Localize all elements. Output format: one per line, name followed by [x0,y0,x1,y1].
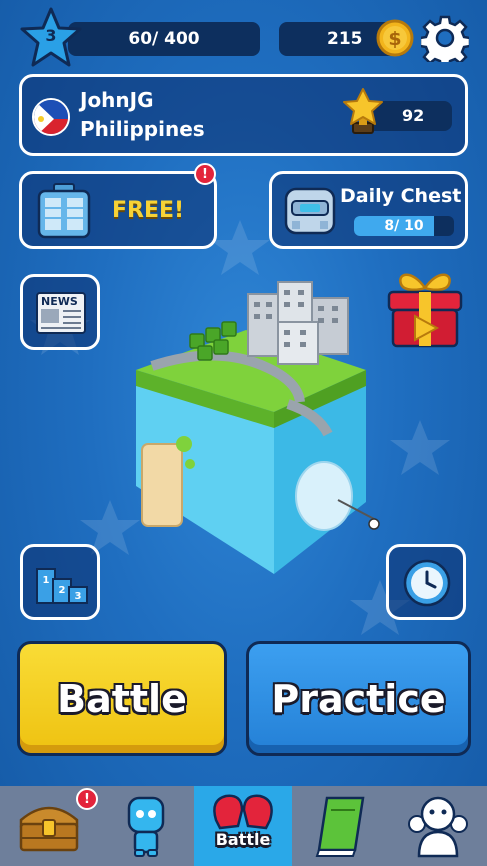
nav-item-book[interactable] [292,786,389,866]
clock-icon [403,559,451,607]
daily-chest-panel[interactable]: Daily Chest 8/ 10 [269,171,468,249]
leaderboard-button[interactable]: 1 2 3 [20,544,100,620]
daily-chest-progress-text: 8/ 10 [384,218,424,234]
daily-chest-label: Daily Chest [340,185,462,207]
daily-chest-progress-bar: 8/ 10 [354,216,454,236]
coins-value: 215 [327,29,363,49]
podium-number-1: 1 [43,575,50,586]
news-label: NEWS [41,295,78,308]
free-label: FREE! [112,198,185,223]
podium-number-3: 3 [75,591,82,602]
level-number: 3 [45,26,57,45]
nav-item-social[interactable] [389,786,487,866]
player-country: Philippines [80,117,205,141]
xp-bar: 60/ 400 [68,22,260,56]
player-name: JohnJG [80,88,154,112]
free-offer-badge: ! [194,163,216,185]
chest-safe-icon [284,187,336,235]
character-icon [127,796,164,857]
treasure-chest-icon [19,806,78,852]
clock-button[interactable] [386,544,466,620]
xp-text: 60/ 400 [128,29,200,49]
newspaper-icon: NEWS [36,292,86,334]
island-cube-image[interactable] [128,274,390,582]
nav-chest-badge-text: ! [84,791,90,807]
nav-item-battle[interactable]: Battle [194,786,292,866]
nav-chest-badge: ! [76,788,98,810]
book-icon [315,796,364,857]
news-button[interactable]: NEWS [20,274,100,350]
podium-icon: 1 2 3 [36,568,88,604]
level-badge[interactable]: 3 [18,6,84,70]
social-icon [408,796,468,858]
vending-machine-icon [37,183,91,239]
trophy-icon [343,88,383,134]
svg-text:$: $ [388,28,401,50]
trophy-value: 92 [402,106,425,125]
flag-icon [32,98,70,136]
coin-icon: $ [376,19,414,57]
boxing-gloves-icon [213,794,273,830]
free-offer-badge-text: ! [202,166,208,182]
practice-button-label: Practice [271,676,446,721]
podium-number-2: 2 [59,585,66,596]
nav-battle-label: Battle [215,830,271,849]
battle-button[interactable]: Battle [17,641,227,756]
profile-panel[interactable]: JohnJG Philippines 92 [19,74,468,156]
nav-item-characters[interactable] [97,786,194,866]
bottom-nav: ! Battle [0,786,487,866]
battle-button-label: Battle [57,676,187,721]
practice-button[interactable]: Practice [246,641,471,756]
gift-video-icon[interactable] [383,266,467,352]
gear-icon[interactable] [421,14,469,62]
free-offer-panel[interactable]: FREE! [19,171,217,249]
